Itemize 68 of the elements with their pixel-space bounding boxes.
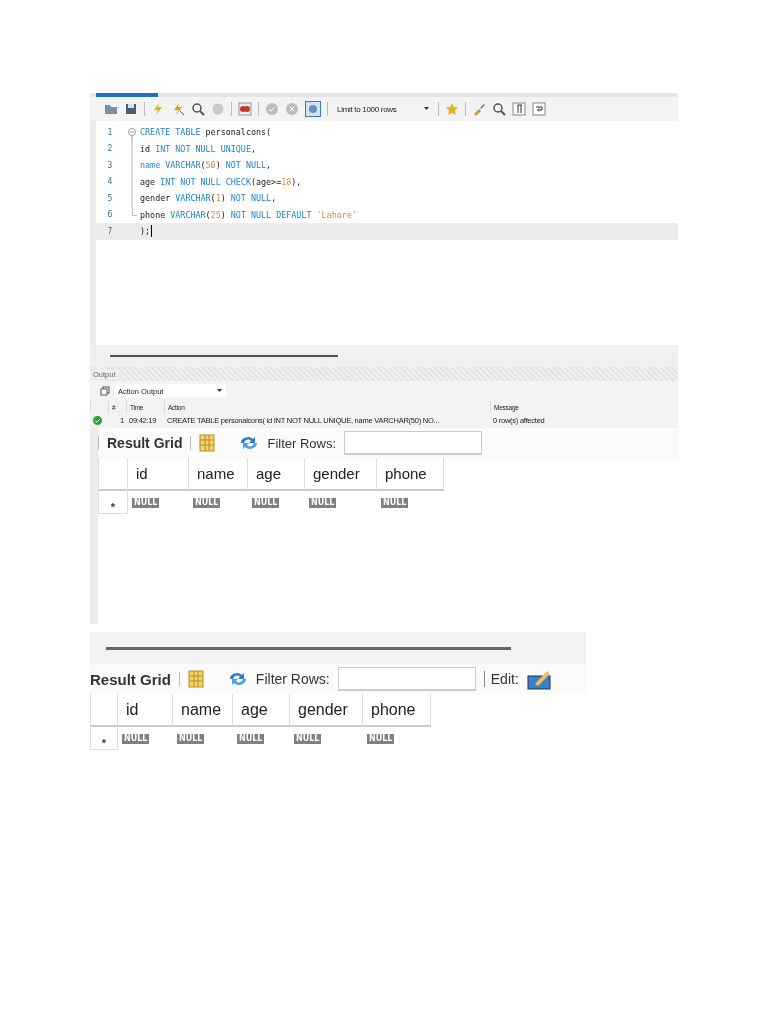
null-tag: NULL — [294, 734, 322, 744]
line-number: 2 — [106, 144, 114, 154]
line-number: 6 — [106, 210, 114, 220]
line-number: 4 — [106, 177, 114, 187]
column-header[interactable]: id — [118, 694, 173, 727]
commit-icon[interactable] — [238, 102, 252, 116]
pencil-icon[interactable] — [526, 668, 553, 690]
column-header[interactable]: gender — [305, 458, 377, 491]
columns-icon[interactable] — [199, 434, 216, 452]
save-icon[interactable] — [124, 102, 138, 116]
column-header[interactable]: gender — [290, 694, 363, 727]
column-header[interactable]: phone — [377, 458, 444, 491]
line-number: 3 — [106, 160, 114, 170]
column-header[interactable]: age — [248, 458, 305, 491]
code-line: id INT NOT NULL UNIQUE, — [140, 143, 256, 154]
star-icon[interactable] — [445, 102, 459, 116]
code-line: phone VARCHAR(25) NOT NULL DEFAULT 'Lahore' — [140, 209, 357, 220]
line-number: 7 — [106, 226, 114, 236]
caret-icon — [424, 107, 429, 111]
paragraph-icon[interactable] — [512, 102, 526, 116]
code-line: CREATE TABLE personalcons( — [140, 127, 272, 138]
code-line: age INT NOT NULL CHECK(age>=18), — [140, 176, 302, 187]
null-tag: NULL — [177, 734, 205, 744]
lightning-icon[interactable] — [151, 102, 165, 116]
refresh-icon[interactable] — [239, 435, 260, 451]
null-tag: NULL — [309, 498, 337, 508]
lightning-cursor-icon[interactable] — [171, 102, 185, 116]
copy-icon[interactable] — [100, 386, 110, 396]
result-grid-tab[interactable]: Result Grid — [107, 435, 183, 451]
null-tag: NULL — [132, 498, 160, 508]
check-circle-icon[interactable] — [265, 102, 279, 116]
folder-icon[interactable] — [104, 102, 118, 116]
column-header[interactable]: phone — [363, 694, 431, 727]
caret-icon — [217, 389, 222, 393]
row-marker: * — [90, 727, 118, 750]
result-grid-tab[interactable]: Result Grid — [90, 670, 171, 688]
fold-end-line — [132, 206, 137, 216]
column-header[interactable]: name — [173, 694, 233, 727]
null-tag: NULL — [237, 734, 265, 744]
null-tag: NULL — [122, 734, 150, 744]
edit-label: Edit: — [483, 671, 519, 687]
magnifier-icon[interactable] — [191, 102, 205, 116]
filter-field[interactable] — [344, 431, 483, 455]
code-line: name VARCHAR(50) NOT NULL, — [140, 160, 272, 171]
cancel-circle-icon[interactable] — [285, 102, 299, 116]
line-number: 1 — [106, 127, 114, 137]
brush-icon[interactable] — [472, 102, 486, 116]
code-line: ); — [140, 225, 153, 238]
row-marker: * — [98, 491, 128, 514]
columns-icon[interactable] — [187, 670, 204, 688]
wrap-icon[interactable] — [532, 102, 546, 116]
filter-label: Filter Rows: — [267, 435, 337, 451]
null-tag: NULL — [381, 498, 409, 508]
toggle-icon[interactable] — [305, 101, 321, 117]
filter-label: Filter Rows: — [255, 671, 330, 687]
stop-icon[interactable] — [211, 102, 225, 116]
column-header[interactable]: name — [189, 458, 248, 491]
limit-dropdown[interactable]: Limit to 1000 rows — [334, 101, 432, 117]
column-header[interactable]: id — [128, 458, 189, 491]
null-tag: NULL — [193, 498, 221, 508]
code-line: gender VARCHAR(1) NOT NULL, — [140, 193, 277, 204]
column-header[interactable]: age — [233, 694, 290, 727]
null-tag: NULL — [367, 734, 395, 744]
refresh-icon[interactable] — [227, 671, 248, 687]
search-icon[interactable] — [492, 102, 506, 116]
null-tag: NULL — [252, 498, 280, 508]
line-number: 5 — [106, 193, 114, 203]
filter-field[interactable] — [337, 667, 476, 691]
